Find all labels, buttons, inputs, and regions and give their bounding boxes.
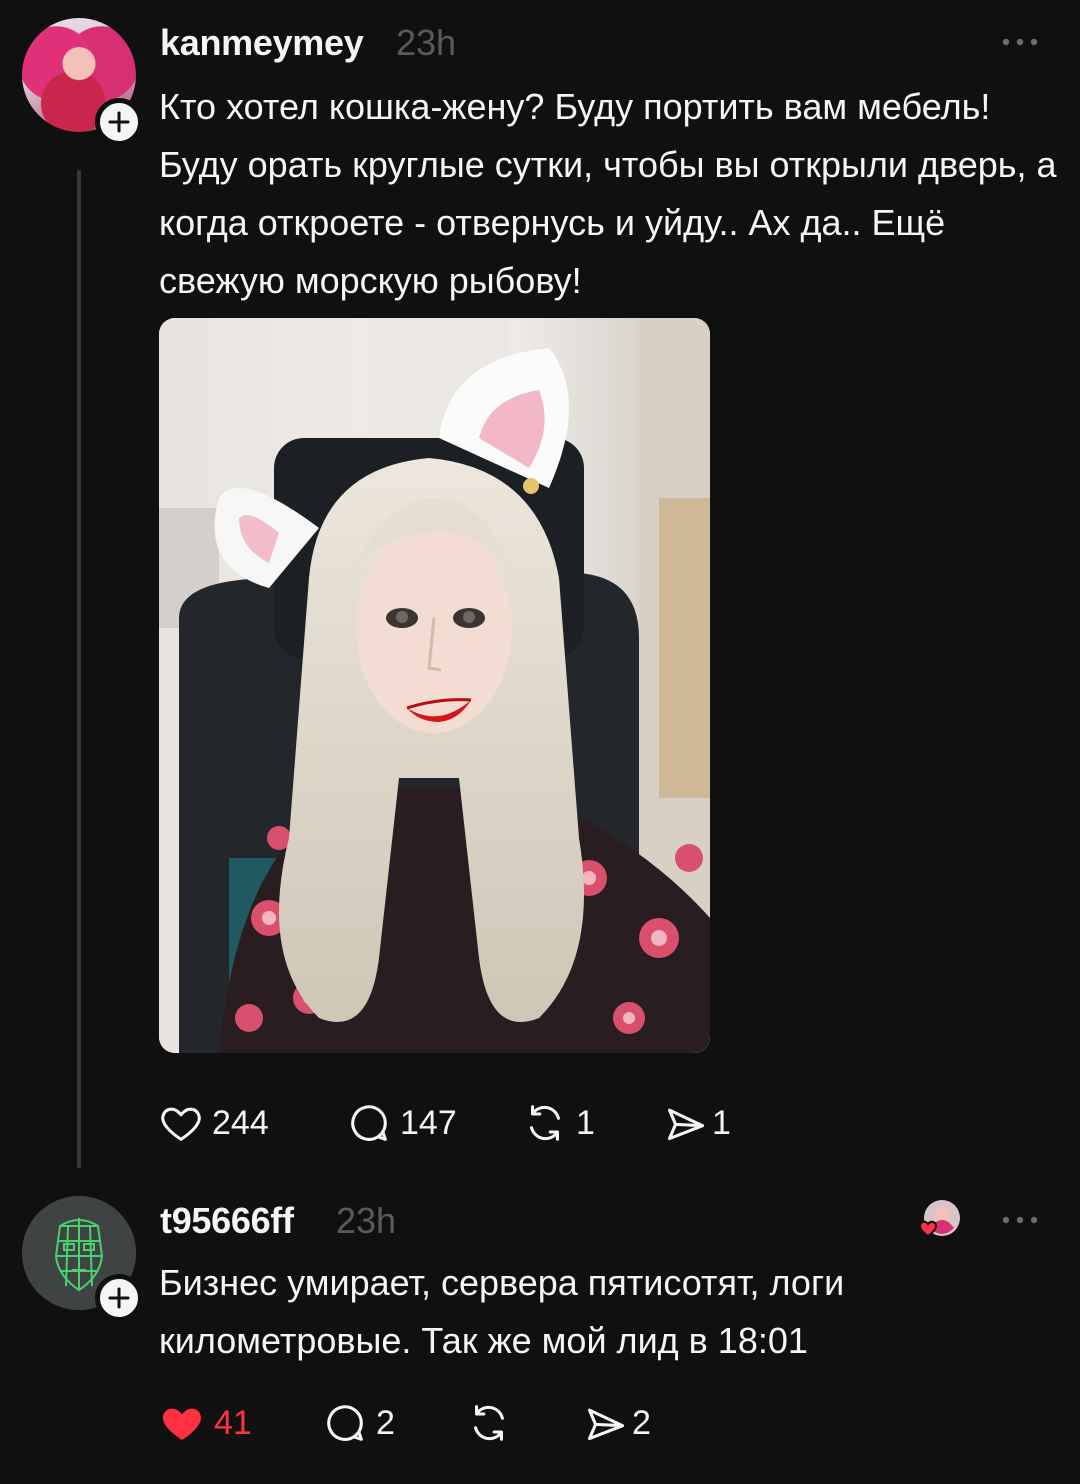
comment-button[interactable]: 147 <box>346 1098 457 1148</box>
repost-icon <box>474 1405 504 1441</box>
post-actions: 41 2 2 <box>158 1398 758 1448</box>
share-icon <box>667 1108 704 1141</box>
like-count: 41 <box>214 1403 252 1442</box>
post-actions: 244 147 1 1 <box>158 1098 758 1148</box>
liked-by-author-icon <box>918 1200 960 1238</box>
heart-filled-icon <box>162 1408 202 1440</box>
comment-button[interactable]: 2 <box>322 1398 395 1448</box>
share-icon <box>587 1408 624 1441</box>
username[interactable]: t95666ff <box>160 1200 294 1242</box>
heart-icon <box>161 1107 201 1141</box>
like-count: 244 <box>212 1103 269 1142</box>
follow-plus-icon[interactable] <box>95 98 143 146</box>
comment-icon <box>327 1405 363 1441</box>
repost-button[interactable]: 1 <box>522 1098 595 1148</box>
follow-plus-icon[interactable] <box>95 1274 143 1322</box>
post-image[interactable] <box>159 318 710 1053</box>
repost-icon <box>530 1105 560 1141</box>
repost-count: 1 <box>576 1103 595 1142</box>
like-button[interactable]: 244 <box>158 1098 269 1148</box>
comment-icon <box>351 1105 387 1141</box>
comment-count: 147 <box>400 1103 457 1142</box>
comment-count: 2 <box>376 1403 395 1442</box>
more-icon[interactable] <box>1000 1214 1040 1226</box>
username[interactable]: kanmeymey <box>160 22 364 64</box>
more-icon[interactable] <box>1000 36 1040 48</box>
thread-connector-line <box>77 170 81 1168</box>
like-button[interactable]: 41 <box>158 1398 252 1448</box>
share-button[interactable]: 1 <box>658 1098 731 1148</box>
timestamp: 23h <box>396 22 457 63</box>
timestamp: 23h <box>336 1200 397 1241</box>
share-count: 1 <box>712 1103 731 1142</box>
share-button[interactable]: 2 <box>578 1398 651 1448</box>
repost-button[interactable] <box>466 1398 520 1448</box>
post-text: Бизнес умирает, сервера пятисотят, логи … <box>159 1262 845 1361</box>
post-text: Кто хотел кошка-жену? Буду портить вам м… <box>159 86 1057 301</box>
share-count: 2 <box>632 1403 651 1442</box>
thread-post: kanmeymey 23h Кто хотел кошка-жену? Буду… <box>0 0 1080 1180</box>
